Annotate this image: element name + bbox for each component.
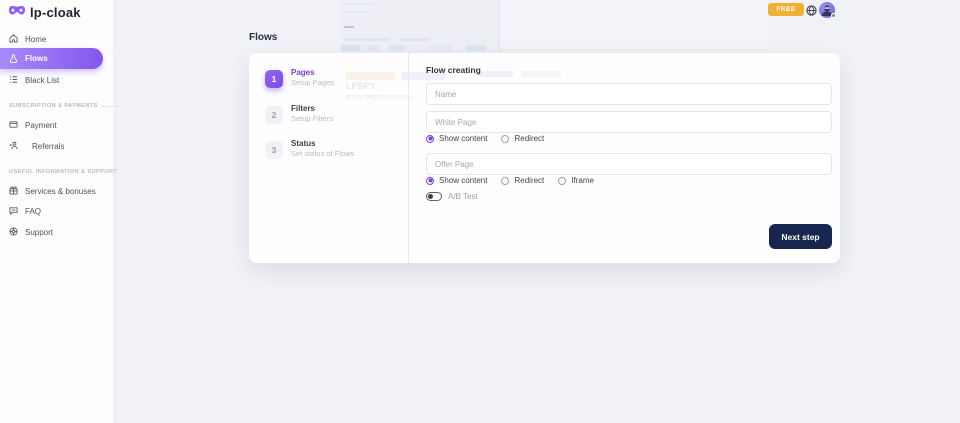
radio-circle xyxy=(558,177,566,185)
credit-card-icon xyxy=(9,116,18,134)
plan-badge-button[interactable]: FREE xyxy=(768,3,804,16)
ghost-chip xyxy=(521,71,561,77)
sidebar-item-label: Payment xyxy=(25,121,57,130)
radio-label: Redirect xyxy=(514,176,544,185)
sidebar-item-referrals[interactable]: Referrals xyxy=(0,138,113,154)
page-title: Flows xyxy=(249,32,277,43)
sidebar: lp-cloak Home Flows Black List SUBSCRIPT… xyxy=(0,0,113,423)
sidebar-item-black-list[interactable]: Black List xyxy=(0,72,113,88)
step-3-subtitle: Set status of Flows xyxy=(291,149,354,158)
radio-redirect[interactable]: Redirect xyxy=(501,134,544,143)
step-2-subtitle: Setup Filters xyxy=(291,114,333,123)
white-page-input[interactable] xyxy=(426,111,832,133)
list-icon xyxy=(9,71,18,89)
referrals-icon xyxy=(9,137,18,155)
sidebar-item-label: Flows xyxy=(25,54,48,63)
step-1-badge: 1 xyxy=(265,70,283,88)
brand-name: lp-cloak xyxy=(30,5,81,20)
sidebar-item-label: FAQ xyxy=(25,207,41,216)
sidebar-item-payment[interactable]: Payment xyxy=(0,117,113,133)
offer-page-input[interactable] xyxy=(426,153,832,175)
home-icon xyxy=(9,30,18,48)
background-table-ghost xyxy=(340,0,500,53)
sidebar-item-label: Services & bonuses xyxy=(25,187,96,196)
lifebuoy-icon xyxy=(9,223,18,241)
online-status-dot xyxy=(831,13,836,18)
offer-page-radio-group: Show content Redirect Iframe xyxy=(426,176,594,185)
app-root: lp-cloak Home Flows Black List SUBSCRIPT… xyxy=(0,0,960,423)
section-label: USEFUL INFORMATION & SUPPORT xyxy=(9,169,117,175)
language-globe-icon[interactable] xyxy=(805,4,817,16)
sidebar-item-support[interactable]: Support xyxy=(0,224,113,240)
step-1-subtitle: Setup Pages xyxy=(291,78,334,87)
mask-icon xyxy=(8,3,26,21)
step-3-badge: 3 xyxy=(265,141,283,159)
sidebar-item-label: Referrals xyxy=(32,142,64,151)
chat-icon xyxy=(9,202,18,220)
radio-redirect[interactable]: Redirect xyxy=(501,176,544,185)
brand-logo[interactable]: lp-cloak xyxy=(8,3,81,21)
sidebar-item-services[interactable]: Services & bonuses xyxy=(0,183,113,199)
radio-label: Iframe xyxy=(571,176,594,185)
ghost-chip xyxy=(479,71,513,77)
step-2-badge: 2 xyxy=(265,106,283,124)
toggle-knob xyxy=(428,194,433,199)
step-3-title[interactable]: Status xyxy=(291,139,315,148)
radio-show-content[interactable]: Show content xyxy=(426,176,487,185)
section-divider xyxy=(102,106,118,107)
radio-label: Show content xyxy=(439,134,487,143)
sidebar-item-label: Black List xyxy=(25,76,59,85)
radio-iframe[interactable]: Iframe xyxy=(558,176,594,185)
flows-icon xyxy=(9,50,18,68)
gift-icon xyxy=(9,182,18,200)
next-step-button[interactable]: Next step xyxy=(769,224,832,249)
background-panel-ghost xyxy=(500,0,768,50)
sidebar-item-faq[interactable]: FAQ xyxy=(0,203,113,219)
steps-column: 1 Pages Setup Pages 2 Filters Setup Filt… xyxy=(249,53,409,263)
step-2-title[interactable]: Filters xyxy=(291,104,315,113)
name-input[interactable] xyxy=(426,83,832,105)
radio-label: Show content xyxy=(439,176,487,185)
radio-circle xyxy=(501,135,509,143)
sidebar-item-label: Support xyxy=(25,228,53,237)
modal-title: Flow creating xyxy=(426,65,481,75)
radio-circle xyxy=(501,177,509,185)
flow-creating-modal: LPSPY lpspy.webstick.com.u 1 Pages Setup… xyxy=(249,53,840,263)
sidebar-item-flows[interactable]: Flows xyxy=(0,48,103,69)
sidebar-section-support: USEFUL INFORMATION & SUPPORT xyxy=(9,169,117,175)
radio-circle xyxy=(426,135,434,143)
section-label: SUBSCRIPTION & PAYMENTS xyxy=(9,103,98,109)
toggle-label: A/B Test xyxy=(448,192,478,201)
radio-label: Redirect xyxy=(514,134,544,143)
toggle-track xyxy=(426,192,442,201)
white-page-radio-group: Show content Redirect xyxy=(426,134,544,143)
sidebar-section-subscription: SUBSCRIPTION & PAYMENTS xyxy=(9,103,118,109)
ab-test-toggle[interactable]: A/B Test xyxy=(426,192,478,201)
radio-show-content[interactable]: Show content xyxy=(426,134,487,143)
radio-circle xyxy=(426,177,434,185)
sidebar-item-label: Home xyxy=(25,35,46,44)
sidebar-item-home[interactable]: Home xyxy=(0,31,113,47)
step-1-title[interactable]: Pages xyxy=(291,68,315,77)
